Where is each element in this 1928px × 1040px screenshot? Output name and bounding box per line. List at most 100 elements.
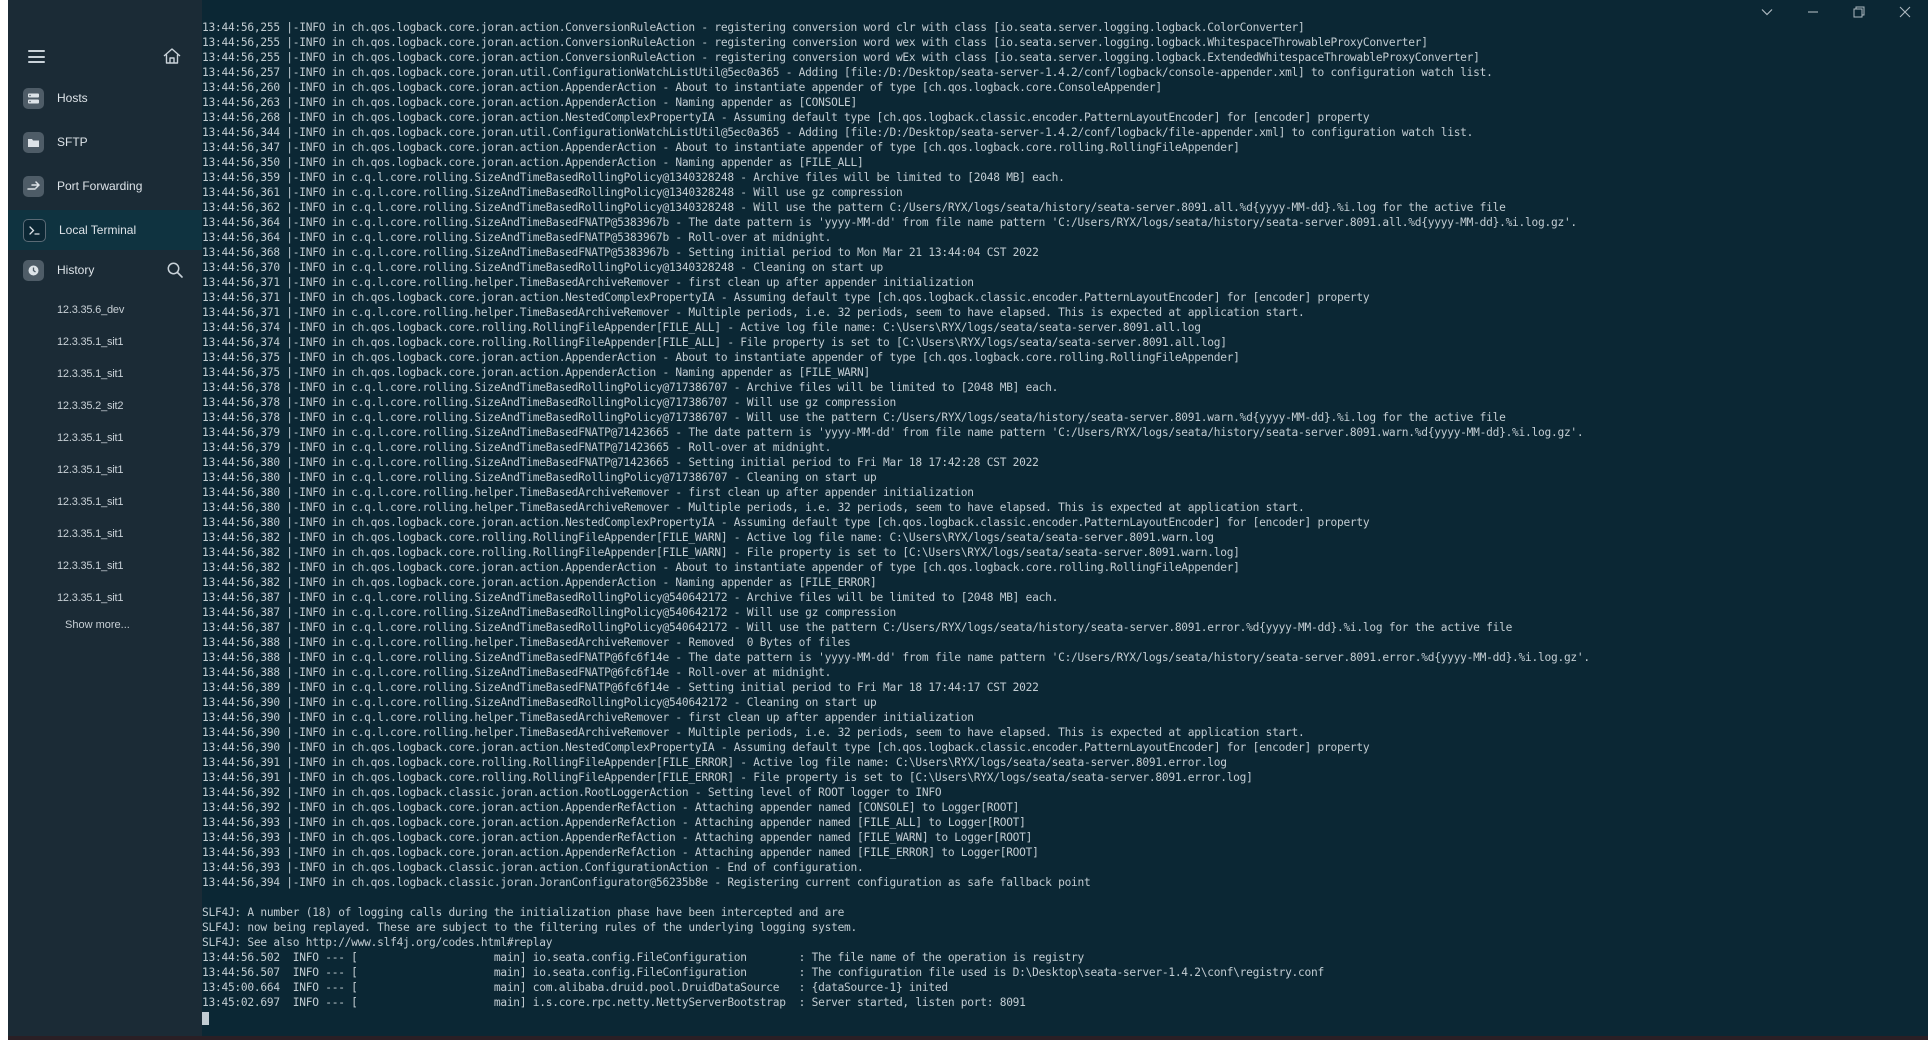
terminal-line: 13:44:56,389 |-INFO in c.q.l.core.rollin… xyxy=(202,681,1039,694)
terminal-line: 13:44:56,257 |-INFO in ch.qos.logback.co… xyxy=(202,66,1493,79)
sidebar: Hosts SFTP Port Forwarding Local Termina… xyxy=(8,0,202,1040)
history-item[interactable]: 12.3.35.6_dev xyxy=(8,294,202,326)
terminal-line: 13:44:56,380 |-INFO in c.q.l.core.rollin… xyxy=(202,471,877,484)
terminal-line: 13:44:56,374 |-INFO in ch.qos.logback.co… xyxy=(202,336,1227,349)
hosts-icon xyxy=(23,87,44,109)
terminal-line: 13:44:56,364 |-INFO in c.q.l.core.rollin… xyxy=(202,216,1577,229)
terminal-line: 13:44:56,361 |-INFO in c.q.l.core.rollin… xyxy=(202,186,903,199)
chevron-down-icon[interactable] xyxy=(1744,0,1790,24)
terminal-line: 13:44:56,378 |-INFO in c.q.l.core.rollin… xyxy=(202,396,896,409)
terminal-line: 13:44:56,391 |-INFO in ch.qos.logback.co… xyxy=(202,771,1253,784)
terminal-line: 13:44:56,344 |-INFO in ch.qos.logback.co… xyxy=(202,126,1474,139)
nav-label-hosts: Hosts xyxy=(57,91,88,105)
terminal-line: 13:44:56,255 |-INFO in ch.qos.logback.co… xyxy=(202,36,1428,49)
port-forwarding-icon xyxy=(23,175,44,197)
terminal-line: 13:44:56,380 |-INFO in c.q.l.core.rollin… xyxy=(202,486,974,499)
history-item[interactable]: 12.3.35.1_sit1 xyxy=(8,454,202,486)
sidebar-header xyxy=(8,40,202,76)
history-list: 12.3.35.6_dev 12.3.35.1_sit1 12.3.35.1_s… xyxy=(8,294,202,614)
history-item[interactable]: 12.3.35.1_sit1 xyxy=(8,358,202,390)
home-icon[interactable] xyxy=(162,46,182,66)
terminal-line: 13:44:56,370 |-INFO in c.q.l.core.rollin… xyxy=(202,261,883,274)
terminal-line: 13:44:56,387 |-INFO in c.q.l.core.rollin… xyxy=(202,591,1059,604)
nav-item-port-forwarding[interactable]: Port Forwarding xyxy=(8,166,202,206)
terminal-icon xyxy=(23,218,46,242)
terminal-line: 13:44:56,379 |-INFO in c.q.l.core.rollin… xyxy=(202,441,832,454)
close-icon[interactable] xyxy=(1882,0,1928,24)
history-item[interactable]: 12.3.35.1_sit1 xyxy=(8,486,202,518)
minimize-icon[interactable] xyxy=(1790,0,1836,24)
history-item[interactable]: 12.3.35.2_sit2 xyxy=(8,390,202,422)
terminal-line: SLF4J: See also http://www.slf4j.org/cod… xyxy=(202,936,553,949)
history-item[interactable]: 12.3.35.1_sit1 xyxy=(8,326,202,358)
menu-icon[interactable] xyxy=(28,50,45,63)
search-icon[interactable] xyxy=(166,261,184,279)
terminal-line: 13:44:56,388 |-INFO in c.q.l.core.rollin… xyxy=(202,636,851,649)
terminal-line: 13:44:56,359 |-INFO in c.q.l.core.rollin… xyxy=(202,171,1065,184)
nav-item-local-terminal[interactable]: Local Terminal xyxy=(8,210,202,250)
terminal-line: 13:44:56,391 |-INFO in ch.qos.logback.co… xyxy=(202,756,1227,769)
terminal-line: 13:44:56,371 |-INFO in ch.qos.logback.co… xyxy=(202,291,1370,304)
terminal-line: 13:44:56,362 |-INFO in c.q.l.core.rollin… xyxy=(202,201,1506,214)
terminal-line: 13:44:56,378 |-INFO in c.q.l.core.rollin… xyxy=(202,381,1059,394)
terminal-line: 13:44:56,393 |-INFO in ch.qos.logback.co… xyxy=(202,846,1039,859)
terminal-line: 13:44:56,392 |-INFO in ch.qos.logback.cl… xyxy=(202,786,942,799)
terminal-line: 13:44:56,390 |-INFO in c.q.l.core.rollin… xyxy=(202,696,877,709)
history-label: History xyxy=(57,263,95,277)
restore-icon[interactable] xyxy=(1836,0,1882,24)
terminal-line: 13:44:56,374 |-INFO in ch.qos.logback.co… xyxy=(202,321,1201,334)
bottom-strip xyxy=(8,1036,1928,1040)
terminal-line: 13:45:00.664 INFO --- [ main] com.alibab… xyxy=(202,981,948,994)
show-more-link[interactable]: Show more... xyxy=(65,619,130,631)
nav-label-local-terminal: Local Terminal xyxy=(59,223,137,237)
terminal-line: 13:44:56.507 INFO --- [ main] io.seata.c… xyxy=(202,966,1324,979)
terminal-line: 13:44:56,350 |-INFO in ch.qos.logback.co… xyxy=(202,156,864,169)
terminal-line: 13:44:56,390 |-INFO in ch.qos.logback.co… xyxy=(202,741,1370,754)
terminal-line: 13:44:56,375 |-INFO in ch.qos.logback.co… xyxy=(202,351,1240,364)
terminal-line: 13:44:56,260 |-INFO in ch.qos.logback.co… xyxy=(202,81,1162,94)
history-item[interactable]: 12.3.35.1_sit1 xyxy=(8,582,202,614)
history-header: History xyxy=(8,255,202,285)
terminal-line: 13:44:56,390 |-INFO in c.q.l.core.rollin… xyxy=(202,711,974,724)
nav-label-port-forwarding: Port Forwarding xyxy=(57,179,143,193)
terminal-line: 13:44:56,380 |-INFO in c.q.l.core.rollin… xyxy=(202,456,1039,469)
history-icon xyxy=(23,259,44,281)
terminal-output[interactable]: 13:44:56,255 |-INFO in ch.qos.logback.co… xyxy=(202,20,1902,1030)
window-controls xyxy=(1744,0,1928,24)
terminal-line: 13:44:56,255 |-INFO in ch.qos.logback.co… xyxy=(202,51,1480,64)
nav-item-hosts[interactable]: Hosts xyxy=(8,78,202,118)
terminal-line: 13:44:56,382 |-INFO in ch.qos.logback.co… xyxy=(202,531,1214,544)
terminal-line: 13:44:56.502 INFO --- [ main] io.seata.c… xyxy=(202,951,1085,964)
terminal-line: 13:44:56,379 |-INFO in c.q.l.core.rollin… xyxy=(202,426,1584,439)
terminal-cursor xyxy=(202,1011,209,1025)
history-item[interactable]: 12.3.35.1_sit1 xyxy=(8,422,202,454)
terminal-line: 13:44:56,380 |-INFO in ch.qos.logback.co… xyxy=(202,516,1370,529)
terminal-line: 13:44:56,393 |-INFO in ch.qos.logback.cl… xyxy=(202,861,864,874)
terminal-line: 13:44:56,347 |-INFO in ch.qos.logback.co… xyxy=(202,141,1240,154)
terminal-line: 13:44:56,371 |-INFO in c.q.l.core.rollin… xyxy=(202,276,974,289)
terminal-line: 13:44:56,378 |-INFO in c.q.l.core.rollin… xyxy=(202,411,1506,424)
terminal-line: 13:44:56,255 |-INFO in ch.qos.logback.co… xyxy=(202,21,1305,34)
terminal-line: 13:44:56,371 |-INFO in c.q.l.core.rollin… xyxy=(202,306,1305,319)
sftp-icon xyxy=(23,131,44,153)
left-edge xyxy=(0,0,8,1040)
history-item[interactable]: 12.3.35.1_sit1 xyxy=(8,550,202,582)
terminal-line: 13:44:56,388 |-INFO in c.q.l.core.rollin… xyxy=(202,666,832,679)
terminal-line: 13:44:56,388 |-INFO in c.q.l.core.rollin… xyxy=(202,651,1590,664)
history-item[interactable]: 12.3.35.1_sit1 xyxy=(8,518,202,550)
terminal-line: SLF4J: A number (18) of logging calls du… xyxy=(202,906,845,919)
terminal-cursor-line xyxy=(202,1010,1902,1025)
terminal-line: 13:44:56,263 |-INFO in ch.qos.logback.co… xyxy=(202,96,858,109)
terminal-line: 13:44:56,380 |-INFO in c.q.l.core.rollin… xyxy=(202,501,1305,514)
terminal-line: 13:44:56,387 |-INFO in c.q.l.core.rollin… xyxy=(202,621,1513,634)
nav-item-sftp[interactable]: SFTP xyxy=(8,122,202,162)
terminal-line: 13:44:56,364 |-INFO in c.q.l.core.rollin… xyxy=(202,231,832,244)
terminal-line: 13:44:56,268 |-INFO in ch.qos.logback.co… xyxy=(202,111,1370,124)
terminal-line: 13:44:56,393 |-INFO in ch.qos.logback.co… xyxy=(202,816,1026,829)
terminal-line: 13:44:56,390 |-INFO in c.q.l.core.rollin… xyxy=(202,726,1305,739)
nav-label-sftp: SFTP xyxy=(57,135,88,149)
terminal-line: 13:44:56,394 |-INFO in ch.qos.logback.cl… xyxy=(202,876,1091,889)
terminal-line: 13:44:56,382 |-INFO in ch.qos.logback.co… xyxy=(202,546,1240,559)
terminal-line: 13:44:56,368 |-INFO in c.q.l.core.rollin… xyxy=(202,246,1039,259)
